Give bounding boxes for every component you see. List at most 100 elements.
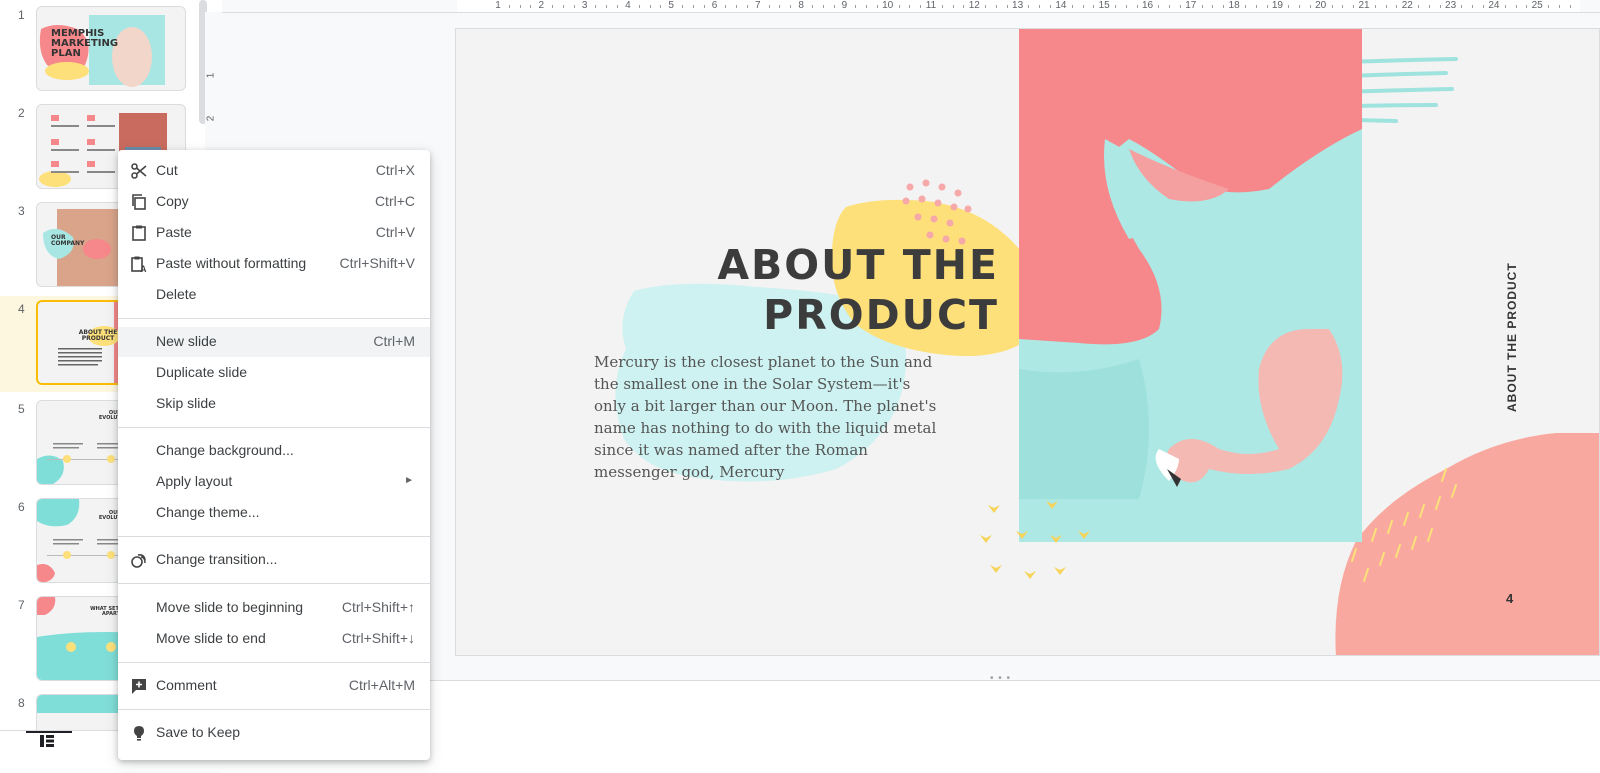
menu-item-change-transition[interactable]: Change transition... [118, 545, 430, 575]
notes-resize-handle-icon[interactable]: • • • [990, 673, 1011, 684]
slide-title-line-1[interactable]: ABOUT THE [717, 241, 999, 289]
vertical-title[interactable]: ABOUT THE PRODUCT [1502, 262, 1522, 415]
filmstrip-view-icon[interactable] [40, 735, 54, 747]
ruler-number: 15 [1098, 0, 1110, 11]
menu-item-change-background[interactable]: Change background... [118, 436, 430, 466]
ruler-tick [1309, 5, 1311, 8]
menu-item-comment[interactable]: Comment Ctrl+Alt+M [118, 671, 430, 701]
ruler-tick [1266, 5, 1268, 8]
ruler-tick [1125, 5, 1127, 8]
ruler-number: 13 [1012, 0, 1024, 11]
slide-4[interactable]: ABOUT THE PRODUCT Mercury is the closest… [455, 28, 1600, 656]
ruler-tick [1428, 5, 1430, 8]
ruler-tick [995, 5, 997, 8]
ruler-tick [1071, 5, 1073, 8]
menu-item-shortcut: Ctrl+X [375, 162, 415, 178]
ruler-number: 20 [1315, 0, 1327, 11]
menu-item-label: Duplicate slide [156, 364, 248, 380]
add-comment-icon [132, 679, 146, 694]
menu-item-shortcut: Ctrl+Shift+↓ [341, 630, 415, 646]
menu-item-change-theme[interactable]: Change theme... [118, 498, 430, 528]
slide-page-number: 4 [1506, 591, 1514, 606]
slide-title-line-2[interactable]: PRODUCT [763, 291, 999, 339]
ruler-tick [649, 5, 651, 8]
menu-item-label: Save to Keep [156, 724, 241, 740]
menu-item-new-slide[interactable]: New slide Ctrl+M [118, 327, 430, 357]
ruler-tick [1418, 5, 1420, 8]
ruler-number: 8 [798, 0, 804, 11]
menu-item-copy[interactable]: Copy Ctrl+C [118, 187, 430, 217]
slide-number: 1 [18, 8, 25, 22]
ruler-number: 1 [495, 0, 501, 11]
menu-item-shortcut: Ctrl+Alt+M [348, 677, 415, 693]
menu-item-label: Cut [156, 162, 178, 178]
ruler-tick [811, 5, 813, 8]
thumbnail-title: ABOUT THE PRODUCT [78, 329, 118, 342]
slide-number: 7 [18, 598, 25, 612]
menu-item-shortcut: Ctrl+V [375, 224, 415, 240]
slide-number: 8 [18, 696, 25, 710]
ruler-number: 12 [968, 0, 980, 11]
slide-number: 4 [18, 302, 25, 316]
ruler-tick [866, 5, 868, 8]
ruler-tick [1515, 5, 1517, 8]
thumbnail-title: MEMPHIS MARKETING PLAN [51, 28, 119, 59]
ruler-tick [725, 5, 727, 8]
ruler-tick [909, 5, 911, 8]
ruler-number: 16 [1141, 0, 1154, 11]
ruler-number: 22 [1401, 0, 1413, 11]
ruler-number: 3 [581, 0, 588, 11]
menu-item-paste[interactable]: Paste Ctrl+V [118, 218, 430, 248]
ruler-tick [1093, 5, 1095, 8]
ruler-number: 9 [841, 0, 848, 11]
ruler-number: 14 [1055, 0, 1067, 11]
menu-item-apply-layout[interactable]: Apply layout ► [118, 467, 430, 497]
menu-item-label: Change theme... [156, 504, 260, 520]
ruler-tick [779, 5, 781, 8]
ruler-tick [617, 5, 619, 8]
ruler-tick [1374, 5, 1376, 8]
ruler-number: 19 [1271, 0, 1283, 11]
ruler-number: 2 [538, 0, 545, 11]
slide-number: 2 [18, 106, 25, 120]
ruler-tick [1212, 5, 1214, 8]
lightbulb-icon [134, 726, 144, 741]
slide-context-menu[interactable]: Cut Ctrl+X Copy Ctrl+C Paste Ctrl+V A Pa… [118, 150, 430, 760]
ruler-tick [898, 5, 900, 8]
scissors-icon [131, 163, 147, 179]
menu-item-label: Move slide to beginning [156, 599, 304, 615]
ruler-tick [1396, 5, 1398, 8]
paste-plain-icon: A [131, 256, 147, 273]
menu-item-cut[interactable]: Cut Ctrl+X [118, 156, 430, 186]
menu-item-move-to-end[interactable]: Move slide to end Ctrl+Shift+↓ [118, 624, 430, 654]
menu-item-paste-without-formatting[interactable]: A Paste without formatting Ctrl+Shift+V [118, 249, 430, 279]
ruler-tick [1158, 5, 1160, 8]
ruler-tick [682, 5, 684, 8]
product-photo[interactable] [1019, 29, 1362, 542]
clipboard-icon [132, 225, 146, 241]
slide-preview: MEMPHIS MARKETING PLAN [36, 6, 186, 91]
ruler-tick [1548, 5, 1550, 8]
ruler-tick [638, 5, 640, 8]
slide-number: 6 [18, 500, 25, 514]
ruler-tick [736, 5, 738, 8]
ruler-tick [941, 5, 943, 8]
horizontal-ruler[interactable]: 1 2 3 4 5 6 7 8 9 10 11 12 13 14 15 16 17 18 19 20 21 22 23 24 2… [222, 0, 1600, 13]
menu-item-label: Apply layout [156, 473, 233, 489]
vertical-title-text: ABOUT THE PRODUCT [1505, 262, 1519, 412]
menu-separator [118, 427, 430, 428]
ruler-number: 21 [1358, 0, 1370, 11]
menu-item-skip-slide[interactable]: Skip slide [118, 389, 430, 419]
slide-body-text[interactable]: Mercury is the closest planet to the Sun… [594, 351, 944, 483]
menu-item-delete[interactable]: Delete [118, 280, 430, 310]
ruler-tick [1461, 5, 1463, 8]
ruler-tick [1342, 5, 1344, 8]
menu-item-move-to-beginning[interactable]: Move slide to beginning Ctrl+Shift+↑ [118, 593, 430, 623]
menu-item-label: Move slide to end [156, 630, 266, 646]
slide-thumbnail-1[interactable]: 1 MEMPHIS MARKETING PLAN [0, 2, 210, 94]
menu-item-duplicate-slide[interactable]: Duplicate slide [118, 358, 430, 388]
menu-item-save-to-keep[interactable]: Save to Keep [118, 718, 430, 748]
ruler-tick [1299, 5, 1301, 8]
ruler-tick [768, 5, 770, 8]
ruler-tick [1558, 5, 1560, 8]
